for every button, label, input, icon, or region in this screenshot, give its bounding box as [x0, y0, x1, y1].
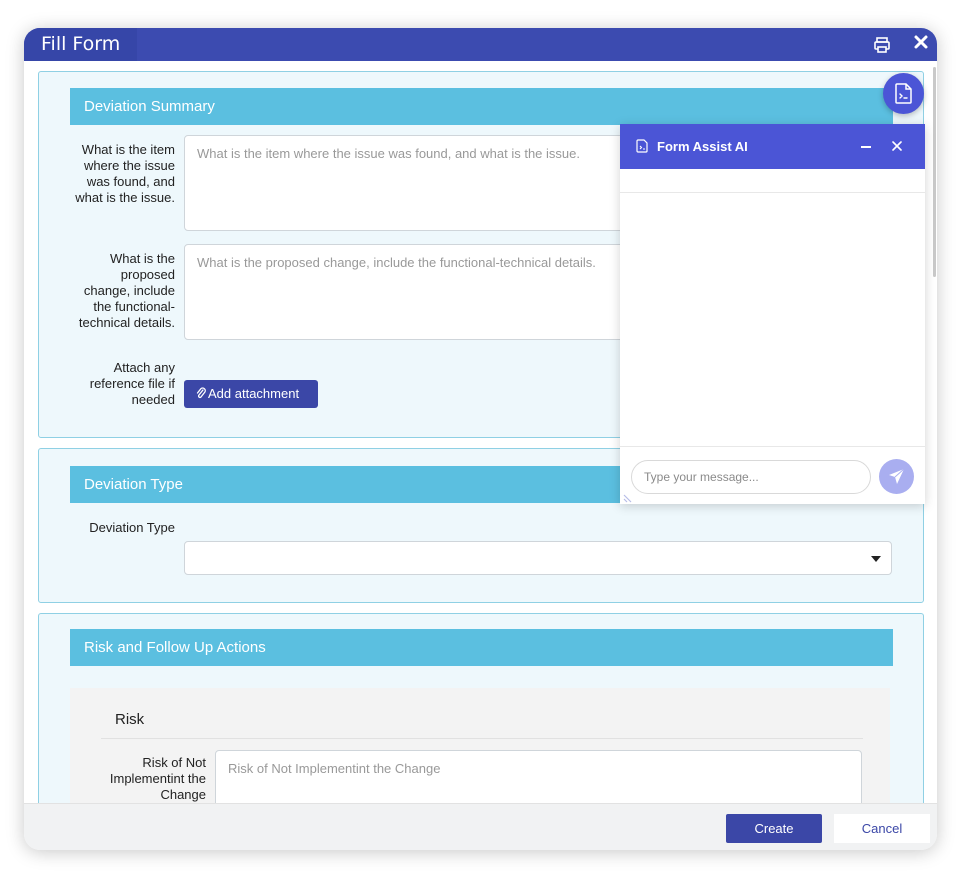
form-assist-icon — [636, 139, 648, 158]
risk-label-line: Risk of Not — [142, 755, 206, 770]
issue-placeholder: What is the item where the issue was fou… — [197, 146, 580, 161]
attach-label-line: needed — [131, 392, 175, 407]
risk-card: Risk Risk of Not Implementint the Change… — [70, 688, 890, 803]
create-button[interactable]: Create — [726, 814, 822, 843]
change-textarea[interactable]: What is the proposed change, include the… — [184, 244, 644, 340]
attach-label-line: Attach any — [113, 360, 175, 375]
risk-label-line: Change — [160, 787, 206, 802]
issue-textarea[interactable]: What is the item where the issue was fou… — [184, 135, 644, 231]
issue-label-line: what is the issue. — [75, 190, 175, 205]
close-icon[interactable] — [892, 137, 902, 156]
risk-card-title: Risk — [115, 711, 145, 728]
title-bar: Fill Form — [24, 28, 937, 61]
deviation-type-label: Deviation Type — [89, 520, 175, 535]
risk-label: Risk of Not Implementint the Change — [90, 755, 206, 803]
change-label-line: proposed — [120, 267, 175, 282]
risk-textarea[interactable]: Risk of Not Implementint the Change — [215, 750, 862, 803]
cancel-button[interactable]: Cancel — [834, 814, 930, 843]
dialog-title: Fill Form — [24, 28, 137, 61]
deviation-summary-header: Deviation Summary — [70, 88, 893, 125]
issue-label: What is the item where the issue was fou… — [59, 142, 175, 212]
assist-divider — [620, 446, 925, 447]
issue-label-line: where the issue — [83, 158, 175, 173]
assist-message-input[interactable] — [631, 460, 871, 494]
change-label-line: the functional- — [93, 299, 175, 314]
scrollbar-thumb[interactable] — [933, 67, 936, 277]
issue-label-line: was found, and — [86, 174, 175, 189]
deviation-type-label-box: Deviation Type — [59, 520, 175, 536]
risk-placeholder: Risk of Not Implementint the Change — [228, 761, 441, 776]
form-assist-header: Form Assist AI — [620, 124, 925, 169]
attach-label-line: reference file if — [89, 376, 175, 391]
form-assist-fab[interactable] — [883, 73, 924, 114]
paperclip-icon — [196, 380, 208, 408]
form-assist-panel: Form Assist AI — [620, 124, 925, 504]
change-label-line: technical details. — [78, 315, 175, 330]
close-icon[interactable] — [913, 34, 931, 52]
change-label: What is the proposed change, include the… — [59, 251, 175, 335]
assist-divider — [620, 192, 925, 193]
add-attachment-label: Add attachment — [208, 386, 300, 401]
stage: Fill Form Deviation Summary What is the … — [0, 0, 962, 872]
attach-label: Attach any reference file if needed — [59, 360, 175, 412]
deviation-type-select[interactable] — [184, 541, 892, 575]
minimize-icon[interactable] — [861, 146, 871, 148]
resize-handle[interactable] — [623, 490, 633, 503]
form-assist-title: Form Assist AI — [657, 139, 748, 154]
print-icon[interactable] — [873, 36, 891, 54]
change-placeholder: What is the proposed change, include the… — [197, 255, 596, 270]
issue-label-line: What is the item — [81, 142, 175, 157]
chevron-down-icon — [871, 556, 881, 562]
form-assist-icon — [895, 83, 912, 104]
dialog-footer: Create Cancel — [24, 803, 937, 850]
change-label-line: change, include — [83, 283, 175, 298]
risk-header: Risk and Follow Up Actions — [70, 629, 893, 666]
risk-divider — [101, 738, 863, 739]
add-attachment-button[interactable]: Add attachment — [184, 380, 318, 408]
risk-label-line: Implementint the — [109, 771, 206, 786]
send-icon — [889, 468, 905, 484]
send-button[interactable] — [879, 459, 914, 494]
change-label-line: What is the — [109, 251, 175, 266]
